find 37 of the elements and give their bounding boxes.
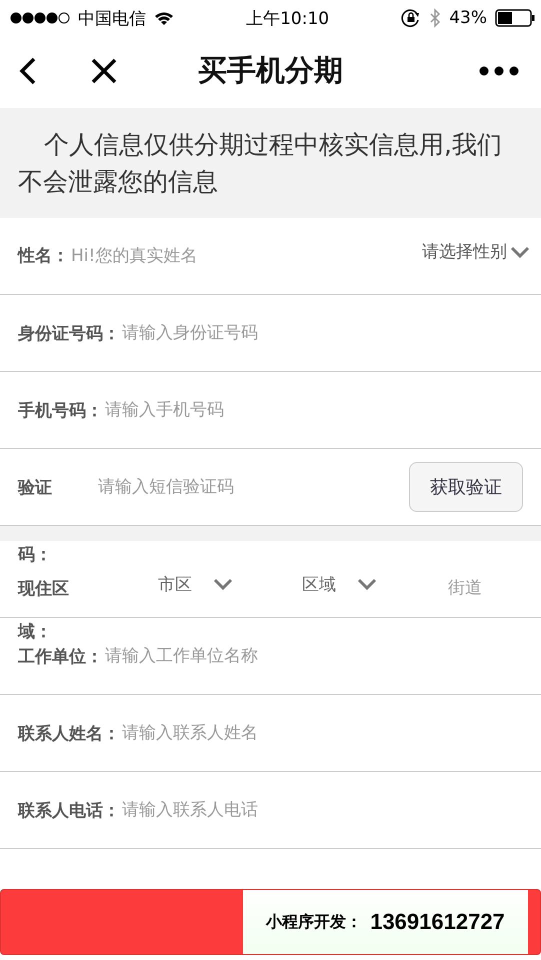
input-field[interactable]: 请输入工作单位名称: [103, 646, 523, 666]
page-title: 买手机分期: [198, 52, 343, 89]
signal-icon: [10, 12, 70, 24]
field-label: 联系人姓名：: [18, 722, 120, 744]
field-label: 验证: [18, 476, 53, 498]
battery-icon: [494, 9, 535, 27]
field-label: 现住区: [18, 578, 70, 600]
notice-text: 个人信息仅供分期过程中核实信息用,我们不会泄露您的信息: [0, 108, 541, 218]
input-field[interactable]: 请输入联系人姓名: [120, 723, 523, 743]
bluetooth-icon: [429, 8, 442, 28]
field-label: 工作单位：: [18, 646, 103, 668]
dropdown[interactable]: 区域: [302, 572, 446, 596]
carrier-name: 中国电信: [78, 8, 146, 30]
promo-label: 小程序开发：: [266, 912, 362, 932]
input-field[interactable]: 请输入联系人电话: [120, 800, 523, 820]
label-text: 码：: [18, 544, 52, 566]
dropdown[interactable]: 市区: [158, 572, 302, 596]
street-field[interactable]: 街道: [446, 578, 523, 598]
close-icon: [90, 57, 118, 85]
back-icon: [18, 56, 38, 86]
battery-percent: 43%: [449, 8, 487, 28]
more-icon: [479, 66, 519, 76]
get-code-button[interactable]: 获取验证: [409, 462, 523, 512]
input-field[interactable]: Hi!您的真实姓名: [69, 246, 422, 266]
gender-select[interactable]: 请选择性别: [422, 240, 531, 263]
label-text: 域：: [18, 621, 52, 643]
field-label: 身份证号码：: [18, 322, 120, 344]
input-field[interactable]: 请输入手机号码: [103, 400, 523, 420]
input-field[interactable]: 请输入短信验证码: [96, 477, 409, 497]
wifi-icon: [154, 10, 174, 26]
input-field[interactable]: 请输入身份证号码: [120, 323, 523, 343]
field-label: 联系人电话：: [18, 800, 120, 822]
promo-phone: 13691612727: [370, 909, 505, 935]
clock-time: 上午10:10: [246, 8, 330, 30]
field-label: 手机号码：: [18, 400, 103, 422]
field-label: 性名：: [18, 245, 69, 267]
rotation-lock-icon: [401, 8, 422, 28]
